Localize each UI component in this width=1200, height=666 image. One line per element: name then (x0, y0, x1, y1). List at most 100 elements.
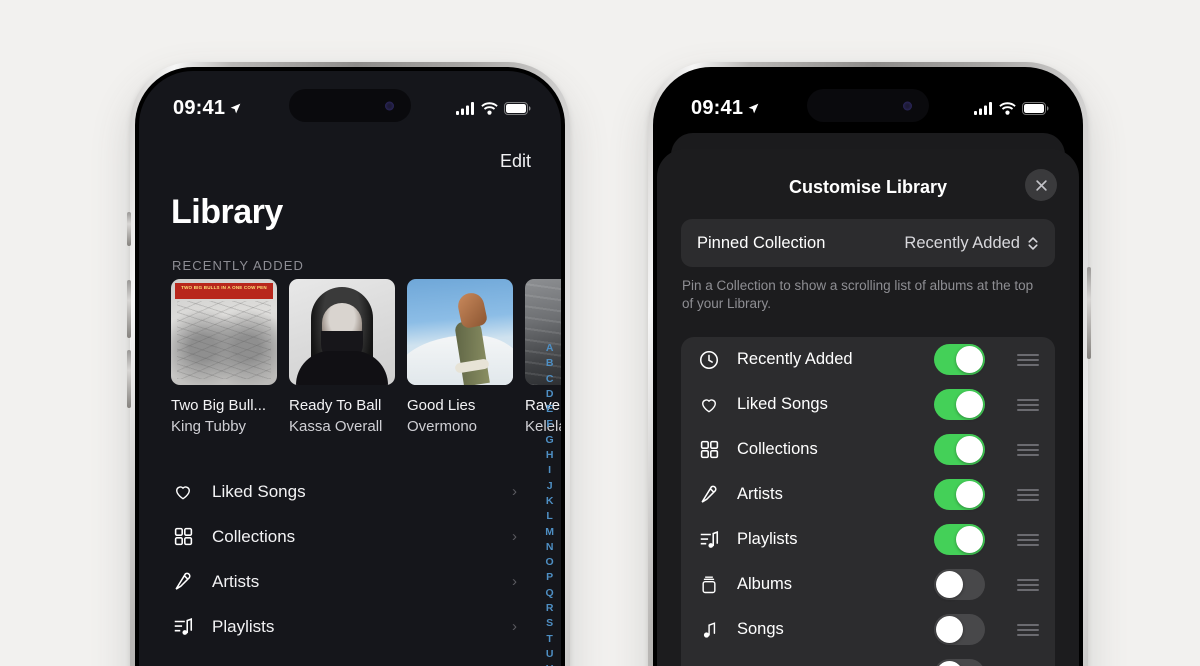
playlist-notes-icon (171, 615, 195, 639)
chevron-right-icon: › (512, 483, 517, 500)
sidebar-item-collections[interactable]: Collections › (171, 514, 561, 559)
device-bezel-left: 09:41 Edit Library RECENTLY ADDED TWO BI… (135, 67, 565, 666)
toggle-switch-knob (956, 481, 983, 508)
album-card[interactable]: Ready To Ball Kassa Overall (289, 279, 395, 435)
toggle-row-label: Playlists (737, 530, 798, 548)
scrubber-letter[interactable]: R (546, 601, 554, 616)
compilations-icon (697, 663, 721, 666)
sheet-title: Customise Library (788, 177, 948, 197)
toggle-switch[interactable] (934, 659, 985, 666)
scrubber-letter[interactable]: J (547, 479, 553, 494)
recently-added-album-carousel[interactable]: TWO BIG BULLS IN A ONE COW PEN Two Big B… (171, 279, 561, 435)
album-artwork-shape (296, 351, 388, 385)
sidebar-item-label: Liked Songs (212, 481, 306, 501)
toggle-switch-knob (936, 661, 963, 666)
toggle-row[interactable]: Collections (681, 427, 1055, 472)
grid-squares-icon (171, 525, 195, 549)
album-stack-icon (697, 573, 721, 597)
album-card[interactable]: TWO BIG BULLS IN A ONE COW PEN Two Big B… (171, 279, 277, 435)
status-bar-time: 09:41 (691, 96, 744, 119)
page-title: Library (171, 193, 283, 231)
album-title: Ready To Ball (289, 397, 382, 414)
chevron-right-icon: › (512, 528, 517, 545)
reorder-handle-icon[interactable] (1017, 578, 1039, 591)
power-button-right-phone[interactable] (1087, 267, 1091, 359)
chevron-right-icon: › (512, 618, 517, 635)
toggle-switch-knob (956, 391, 983, 418)
edit-button[interactable]: Edit (500, 151, 531, 172)
volume-down-button-left-phone[interactable] (127, 350, 131, 408)
toggle-row[interactable]: Albums (681, 562, 1055, 607)
wifi-icon (481, 101, 498, 115)
toggle-row[interactable]: Compilations (681, 652, 1055, 666)
scrubber-letter[interactable]: E (546, 402, 553, 417)
scrubber-letter[interactable]: M (545, 525, 554, 540)
toggle-row[interactable]: Recently Added (681, 337, 1055, 382)
reorder-handle-icon[interactable] (1017, 533, 1039, 546)
toggle-switch-knob (956, 346, 983, 373)
reorder-handle-icon[interactable] (1017, 488, 1039, 501)
alphabet-index-scrubber[interactable]: ABCDEFGHIJKLMNOPQRSTUV (545, 341, 554, 666)
toggle-switch[interactable] (934, 344, 985, 375)
reorder-handle-icon[interactable] (1017, 443, 1039, 456)
scrubber-letter[interactable]: D (546, 387, 554, 402)
album-artwork: TWO BIG BULLS IN A ONE COW PEN (171, 279, 277, 385)
album-card[interactable]: Good Lies Overmono (407, 279, 513, 435)
toggle-row-label: Recently Added (737, 350, 853, 368)
scrubber-letter[interactable]: B (546, 356, 554, 371)
scrubber-letter[interactable]: O (546, 555, 554, 570)
scrubber-letter[interactable]: K (546, 494, 554, 509)
toggle-switch[interactable] (934, 434, 985, 465)
sidebar-item-playlists[interactable]: Playlists › (171, 604, 561, 649)
pinned-collection-description: Pin a Collection to show a scrolling lis… (682, 278, 1034, 311)
scrubber-letter[interactable]: P (546, 570, 553, 585)
pinned-collection-row[interactable]: Pinned Collection Recently Added (681, 219, 1055, 267)
scrubber-letter[interactable]: S (546, 616, 553, 631)
scrubber-letter[interactable]: N (546, 540, 554, 555)
scrubber-letter[interactable]: H (546, 448, 554, 463)
toggle-switch[interactable] (934, 479, 985, 510)
scrubber-letter[interactable]: L (546, 509, 552, 524)
scrubber-letter[interactable]: C (546, 372, 554, 387)
toggle-row[interactable]: Artists (681, 472, 1055, 517)
toggle-switch-knob (936, 571, 963, 598)
scrubber-letter[interactable]: F (546, 417, 552, 432)
scrubber-letter[interactable]: Q (546, 586, 554, 601)
scrubber-letter[interactable]: I (548, 463, 551, 478)
scrubber-letter[interactable]: U (546, 647, 554, 662)
toggle-row-label: Artists (737, 485, 783, 503)
volume-up-button-left-phone[interactable] (127, 280, 131, 338)
toggle-row[interactable]: Playlists (681, 517, 1055, 562)
close-icon[interactable] (1025, 169, 1057, 201)
clock-icon (697, 348, 721, 372)
status-bar-time-group: 09:41 (691, 97, 760, 120)
album-title: Raven (525, 397, 561, 414)
status-bar-indicators-left (456, 101, 531, 115)
album-card[interactable]: Raven Kelela (525, 279, 561, 435)
toggle-row[interactable]: Songs (681, 607, 1055, 652)
reorder-handle-icon[interactable] (1017, 623, 1039, 636)
scrubber-letter[interactable]: G (546, 433, 554, 448)
toggle-switch-knob (936, 616, 963, 643)
screen-right-customise-sheet: 09:41 Customise Library Pinned Collectio… (657, 71, 1079, 666)
scrubber-letter[interactable]: V (546, 662, 553, 666)
toggle-switch-knob (956, 526, 983, 553)
scrubber-letter[interactable]: T (546, 632, 552, 647)
sidebar-item-artists[interactable]: Artists › (171, 559, 561, 604)
pinned-collection-value[interactable]: Recently Added (904, 234, 1039, 253)
album-artist: Overmono (407, 418, 478, 435)
status-bar-time-group: 09:41 (173, 97, 242, 120)
toggle-switch[interactable] (934, 614, 985, 645)
reorder-handle-icon[interactable] (1017, 353, 1039, 366)
scrubber-letter[interactable]: A (546, 341, 554, 356)
album-artwork (407, 279, 513, 385)
reorder-handle-icon[interactable] (1017, 398, 1039, 411)
toggle-switch[interactable] (934, 524, 985, 555)
action-button-left-phone[interactable] (127, 212, 131, 246)
heart-icon (171, 480, 195, 504)
screenshot-stage: 09:41 Edit Library RECENTLY ADDED TWO BI… (0, 0, 1200, 666)
sidebar-item-liked-songs[interactable]: Liked Songs › (171, 469, 561, 514)
toggle-switch[interactable] (934, 569, 985, 600)
toggle-row[interactable]: Liked Songs (681, 382, 1055, 427)
toggle-switch[interactable] (934, 389, 985, 420)
